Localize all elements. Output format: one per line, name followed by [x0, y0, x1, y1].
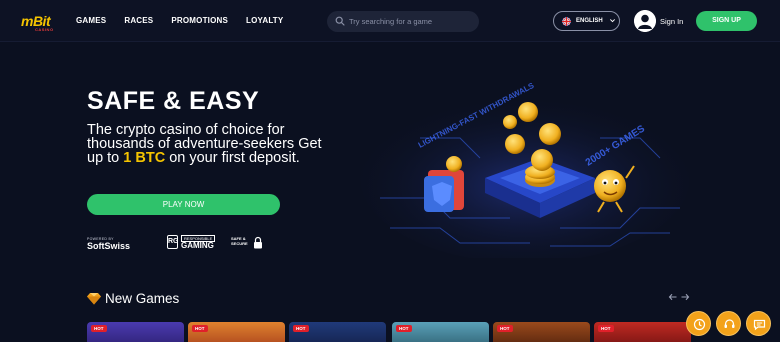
play-now-button[interactable]: PLAY NOW [87, 194, 280, 215]
clock-icon [693, 318, 706, 331]
nav-promotions[interactable]: PROMOTIONS [171, 16, 228, 25]
game-tile[interactable]: HOT [188, 322, 285, 342]
search-icon [335, 16, 345, 26]
top-navbar: mBit CASINO GAMES RACES PROMOTIONS LOYAL… [0, 0, 780, 42]
nav-races[interactable]: RACES [124, 16, 153, 25]
sign-up-button[interactable]: SIGN UP [696, 11, 757, 31]
chat-button[interactable] [746, 311, 771, 336]
hero-subtitle: The crypto casino of choice for thousand… [87, 122, 327, 166]
rg-box: RG [167, 235, 179, 249]
main-nav: GAMES RACES PROMOTIONS LOYALTY [76, 16, 301, 25]
softswiss-logo: POWERED BY SoftSwiss [87, 234, 153, 252]
uk-flag-icon [562, 17, 571, 26]
game-tile[interactable]: HOT [392, 322, 489, 342]
safe-line-2: SECURE [231, 241, 248, 246]
search-input[interactable] [349, 11, 474, 32]
chat-icon [753, 319, 766, 331]
mbit-logo[interactable]: mBit CASINO [21, 13, 53, 32]
nav-games[interactable]: GAMES [76, 16, 106, 25]
softswiss-text: SoftSwiss [87, 241, 131, 251]
hot-badge: HOT [91, 325, 107, 332]
rg-text: GAMING [181, 241, 214, 250]
language-label: ENGLISH [576, 18, 603, 24]
hot-badge: HOT [598, 325, 614, 332]
hot-badge: HOT [396, 325, 412, 332]
chevron-down-icon [609, 19, 616, 23]
search-box[interactable] [327, 11, 479, 32]
hero-line-1: The crypto casino of choice for thousand… [87, 122, 295, 152]
hot-badge: HOT [293, 325, 309, 332]
arrow-right-icon[interactable] [680, 292, 690, 302]
game-tile[interactable]: HOT [594, 322, 691, 342]
responsible-gaming-logo: RG RESPONSIBLE GAMING [167, 234, 216, 252]
hero-line-2-post: on your first deposit. [165, 150, 300, 166]
sign-in-link[interactable]: Sign In [660, 17, 683, 26]
diamond-icon [87, 293, 101, 305]
hot-badge: HOT [497, 325, 513, 332]
lock-icon [254, 236, 262, 249]
game-tile[interactable]: HOT [493, 322, 590, 342]
user-avatar-icon[interactable] [634, 10, 656, 32]
safe-secure-text: SAFE & SECURE [231, 236, 248, 246]
support-button[interactable] [716, 311, 741, 336]
clock-button[interactable] [686, 311, 711, 336]
new-games-title: New Games [105, 291, 180, 306]
hero-title: SAFE & EASY [87, 87, 260, 115]
safe-secure-logo: SAFE & SECURE [231, 234, 267, 252]
hot-badge: HOT [192, 325, 208, 332]
language-selector[interactable]: ENGLISH [553, 11, 620, 31]
hero-bonus-highlight: 1 BTC [123, 150, 166, 166]
arrow-left-icon[interactable] [668, 292, 678, 302]
logo-subtext: CASINO [35, 27, 54, 32]
game-tile[interactable]: HOT [289, 322, 386, 342]
nav-loyalty[interactable]: LOYALTY [246, 16, 283, 25]
support-icon [724, 319, 735, 328]
game-tile[interactable]: HOT [87, 322, 184, 342]
hero-illustration: LIGHTNING-FAST WITHDRAWALS 2000+ GAMES [360, 81, 690, 258]
